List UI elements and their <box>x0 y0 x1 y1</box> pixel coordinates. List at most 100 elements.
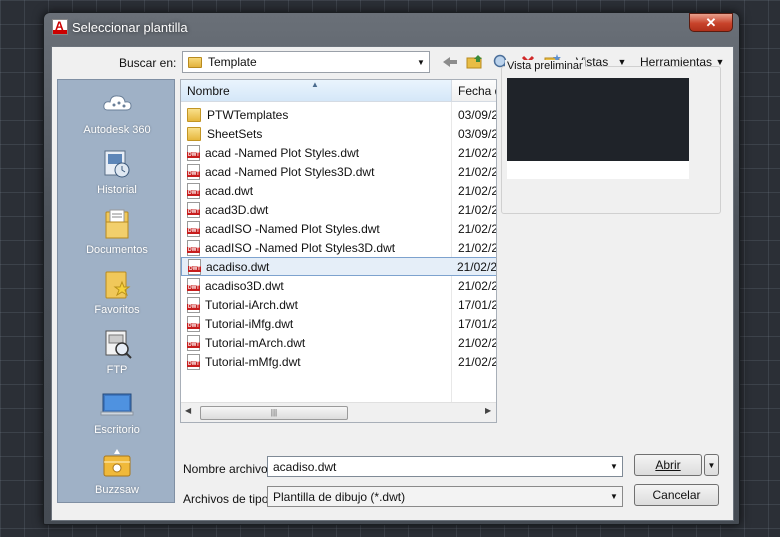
file-row[interactable]: DWT acadiso3D.dwt 21/02/2 <box>181 276 497 295</box>
file-date: 17/01/2 <box>457 297 497 312</box>
file-name-cell: SheetSets <box>181 126 451 141</box>
file-name-cell: DWT acad -Named Plot Styles.dwt <box>181 144 451 161</box>
file-name: acadiso3D.dwt <box>205 278 284 293</box>
file-date: 21/02/2 <box>457 164 497 179</box>
scrollbar-thumb[interactable]: ||| <box>200 406 348 420</box>
look-in-label: Buscar en: <box>119 56 177 70</box>
file-name-cell: DWT acadISO -Named Plot Styles.dwt <box>181 220 451 237</box>
documents-icon <box>100 208 134 240</box>
dwt-file-icon: DWT <box>187 353 200 370</box>
file-row[interactable]: DWT acad3D.dwt 21/02/2 <box>181 200 496 219</box>
file-row[interactable]: DWT acad -Named Plot Styles.dwt 21/02/2 <box>181 143 497 162</box>
place-history[interactable]: Historial <box>58 145 176 205</box>
file-date: 03/09/2 <box>457 107 497 122</box>
filename-label: Nombre archivo: <box>183 462 272 476</box>
file-row[interactable]: PTWTemplates 03/09/2 <box>181 105 497 124</box>
column-header-name[interactable]: Nombre ▲ <box>181 80 452 102</box>
place-desktop[interactable]: Escritorio <box>58 385 176 445</box>
file-row[interactable]: DWT acadISO -Named Plot Styles3D.dwt 21/02… <box>181 238 497 257</box>
file-row[interactable]: DWT acad.dwt 21/02/2 <box>181 181 496 200</box>
column-header-date[interactable]: Fecha d <box>452 80 496 102</box>
chevron-down-icon: ▼ <box>610 462 618 471</box>
filetype-label: Archivos de tipo: <box>183 492 272 506</box>
dwt-file-icon: DWT <box>187 277 200 294</box>
place-documents[interactable]: Documentos <box>58 205 176 265</box>
history-icon <box>100 148 134 180</box>
place-favorites[interactable]: Favoritos <box>58 265 176 325</box>
place-label: FTP <box>106 364 128 376</box>
place-autodesk-360[interactable]: Autodesk 360 <box>58 85 176 145</box>
dialog-title: Seleccionar plantilla <box>72 20 188 35</box>
scroll-right-icon[interactable]: ▶ <box>485 406 491 415</box>
cloud-icon <box>100 88 134 120</box>
file-row[interactable]: DWT acadiso.dwt 21/02/2 <box>181 257 497 276</box>
file-name: SheetSets <box>207 126 263 141</box>
file-name: acad -Named Plot Styles.dwt <box>205 145 360 160</box>
sort-ascending-icon: ▲ <box>311 80 319 89</box>
preview-label: Vista preliminar <box>505 60 585 72</box>
filename-input[interactable]: acadiso.dwt ▼ <box>267 456 623 477</box>
open-dropdown-button[interactable]: ▼ <box>704 454 719 476</box>
file-name-cell: DWT acad -Named Plot Styles3D.dwt <box>181 163 451 180</box>
filetype-value: Plantilla de dibujo (*.dwt) <box>273 489 406 504</box>
file-date: 21/02/2 <box>456 259 497 274</box>
folder-icon <box>187 107 201 122</box>
dwt-file-icon: DWT <box>187 315 200 332</box>
favorites-icon <box>100 268 134 300</box>
buzzsaw-icon <box>100 448 134 480</box>
dwt-file-icon: DWT <box>187 220 200 237</box>
place-buzzsaw[interactable]: Buzzsaw <box>58 445 176 505</box>
file-name: acad.dwt <box>205 183 254 198</box>
file-name: Tutorial-iMfg.dwt <box>205 316 294 331</box>
file-row[interactable]: DWT acad -Named Plot Styles3D.dwt 21/02/2 <box>181 162 497 181</box>
place-label: Historial <box>97 184 137 196</box>
file-date: 21/02/2 <box>457 145 497 160</box>
up-folder-icon <box>466 55 482 69</box>
file-date: 21/02/2 <box>457 240 497 255</box>
horizontal-scrollbar[interactable]: ◀ ||| ▶ <box>181 402 496 422</box>
dwt-file-icon: DWT <box>187 201 200 218</box>
dwt-file-icon: DWT <box>187 144 200 161</box>
file-name-cell: DWT acad.dwt <box>181 182 451 199</box>
open-button[interactable]: Abrir <box>634 454 702 476</box>
select-template-dialog: A Seleccionar plantilla ✕ Buscar en: Tem… <box>43 12 740 525</box>
folder-icon <box>188 56 202 68</box>
file-row[interactable]: DWT Tutorial-iArch.dwt 17/01/2 <box>181 295 497 314</box>
up-folder-button[interactable] <box>465 52 485 72</box>
file-date: 17/01/2 <box>457 316 497 331</box>
dwt-file-icon: DWT <box>188 258 201 275</box>
file-date: 21/02/2 <box>457 221 497 236</box>
dwt-file-icon: DWT <box>187 296 200 313</box>
dwt-file-icon: DWT <box>187 334 200 351</box>
back-arrow-icon <box>443 57 457 67</box>
cancel-button[interactable]: Cancelar <box>634 484 719 506</box>
desktop-icon <box>100 388 134 420</box>
file-row[interactable]: DWT Tutorial-mMfg.dwt 21/02/2 <box>181 352 496 371</box>
filetype-select[interactable]: Plantilla de dibujo (*.dwt) ▼ <box>267 486 623 507</box>
file-name: Tutorial-iArch.dwt <box>205 297 298 312</box>
back-button[interactable] <box>440 52 460 72</box>
dwt-file-icon: DWT <box>187 182 200 199</box>
file-name: PTWTemplates <box>207 107 289 122</box>
file-row[interactable]: SheetSets 03/09/2 <box>181 124 496 143</box>
file-list[interactable]: Nombre ▲ Fecha d PTWTemplates 03/09/2 Shee… <box>180 79 497 423</box>
scroll-left-icon[interactable]: ◀ <box>185 406 191 415</box>
place-label: Favoritos <box>94 304 140 316</box>
file-name: Tutorial-mMfg.dwt <box>205 354 301 369</box>
place-label: Escritorio <box>94 424 140 436</box>
file-name-cell: DWT acadISO -Named Plot Styles3D.dwt <box>181 239 451 256</box>
ftp-icon <box>100 328 134 360</box>
place-ftp[interactable]: FTP <box>58 325 176 385</box>
place-label: Documentos <box>86 244 148 256</box>
file-name: Tutorial-mArch.dwt <box>205 335 306 350</box>
look-in-combo[interactable]: Template ▼ <box>182 51 430 73</box>
file-name-cell: PTWTemplates <box>181 107 451 122</box>
file-row[interactable]: DWT Tutorial-iMfg.dwt 17/01/2 <box>181 314 497 333</box>
places-bar: Autodesk 360 Historial Documentos Favori… <box>57 79 175 503</box>
file-row[interactable]: DWT acadISO -Named Plot Styles.dwt 21/02/2 <box>181 219 497 238</box>
close-button[interactable]: ✕ <box>689 13 733 32</box>
file-date: 21/02/2 <box>457 278 497 293</box>
file-name: acadISO -Named Plot Styles.dwt <box>205 221 380 236</box>
dwt-file-icon: DWT <box>187 163 200 180</box>
file-row[interactable]: DWT Tutorial-mArch.dwt 21/02/2 <box>181 333 496 352</box>
